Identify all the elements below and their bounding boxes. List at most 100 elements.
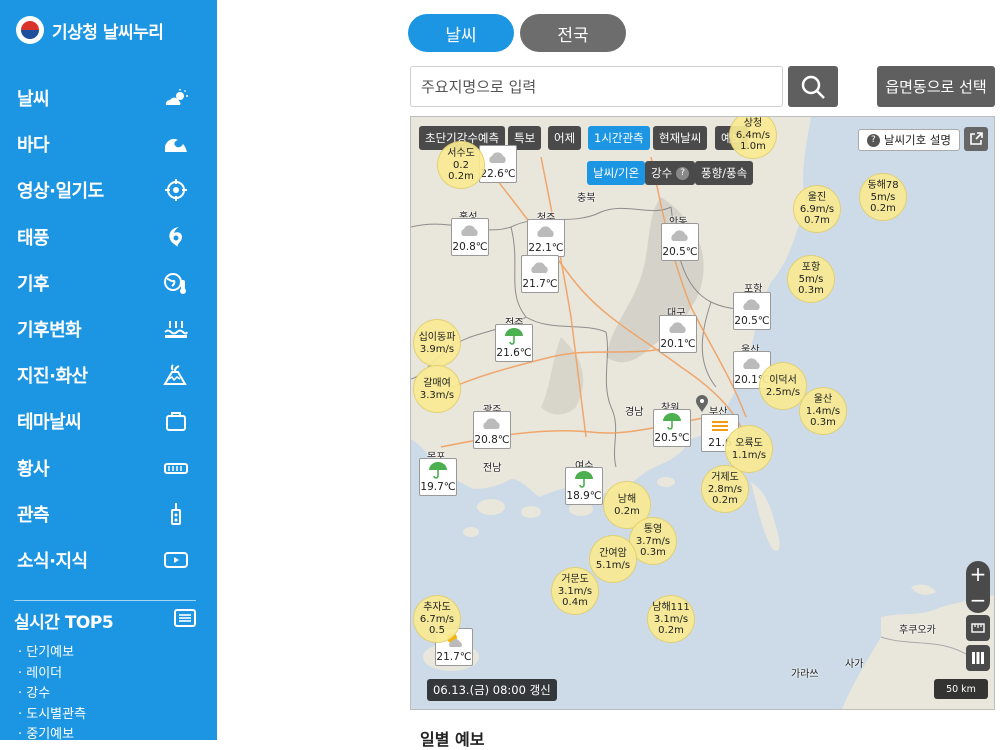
map-layer-button[interactable] xyxy=(966,615,990,641)
top5-item[interactable]: 레이더 xyxy=(18,664,196,685)
top5-item[interactable]: 중기예보 xyxy=(18,725,196,746)
wave-icon xyxy=(163,133,189,155)
menu-item-sea[interactable]: 바다 xyxy=(0,121,217,167)
weather-marker[interactable]: 21.6℃ xyxy=(495,324,533,362)
zoom-in-button[interactable]: + xyxy=(966,561,990,587)
search-button[interactable] xyxy=(788,66,838,107)
weather-marker[interactable]: 21.7℃ xyxy=(521,255,559,293)
weather-marker[interactable]: 20.1℃ xyxy=(659,315,697,353)
weather-marker[interactable]: 20.8℃ xyxy=(451,218,489,256)
subfilter-weather-temp[interactable]: 날씨/기온 xyxy=(587,161,646,185)
buoy-bubble[interactable]: 서수도 0.2 0.2m xyxy=(437,141,485,189)
buoy-value: 6.4m/s xyxy=(735,130,771,141)
view-tabs: 날씨 전국 xyxy=(408,14,626,52)
cloud-icon xyxy=(660,316,696,338)
marker-temp: 20.8℃ xyxy=(474,434,510,446)
cloud-icon xyxy=(452,219,488,241)
buoy-value: 3.1m/s xyxy=(653,614,689,625)
buoy-bubble[interactable]: 갈매여 3.3m/s xyxy=(413,365,461,413)
map-grid-button[interactable] xyxy=(966,645,990,671)
menu-item-satellite-chart[interactable]: 영상·일기도 xyxy=(0,167,217,213)
buoy-value: 3.3m/s xyxy=(419,389,455,401)
buoy-bubble[interactable]: 동해78 5m/s 0.2m xyxy=(859,173,907,221)
buoy-value: 1.4m/s xyxy=(805,406,841,417)
filter-current-weather[interactable]: 현재날씨 xyxy=(653,126,708,150)
update-timestamp: 06.13.(금) 08:00 갱신 xyxy=(427,679,557,701)
marker-temp: 19.7℃ xyxy=(420,481,456,493)
weather-marker[interactable]: 20.5℃ xyxy=(661,223,699,261)
zoom-out-button[interactable]: − xyxy=(966,587,990,613)
sidebar: 기상청 날씨누리 날씨 바다 영상·일기도 태풍 기후 기후변화 지진·화산 테… xyxy=(0,0,217,742)
ruler-icon xyxy=(971,623,985,633)
buoy-bubble[interactable]: 추자도 6.7m/s 0.5 xyxy=(413,595,461,643)
buoy-value: 0.4m xyxy=(562,597,588,608)
menu-item-earthquake-volcano[interactable]: 지진·화산 xyxy=(0,352,217,398)
weather-marker[interactable]: 20.5℃ xyxy=(653,409,691,447)
buoy-bubble[interactable]: 울진 6.9m/s 0.7m xyxy=(793,185,841,233)
region-label: 충북 xyxy=(577,193,596,204)
search-icon xyxy=(801,75,825,99)
globe-thermometer-icon xyxy=(163,272,189,294)
menu-label: 날씨 xyxy=(17,89,50,111)
menu-item-news-knowledge[interactable]: 소식·지식 xyxy=(0,537,217,583)
buoy-bubble[interactable]: 포항 5m/s 0.3m xyxy=(787,255,835,303)
region-select-button[interactable]: 읍면동으로 선택 xyxy=(877,66,995,107)
menu-item-climate[interactable]: 기후 xyxy=(0,260,217,306)
weather-map[interactable]: 초단기강수예측 특보 어제 1시간관측 현재날씨 예보 날씨/기온 강수 ? 풍… xyxy=(410,116,995,710)
menu-item-theme-weather[interactable]: 테마날씨 xyxy=(0,398,217,444)
zoom-control: + − xyxy=(966,561,990,613)
top5-item[interactable]: 강수 xyxy=(18,684,196,705)
brand[interactable]: 기상청 날씨누리 xyxy=(16,16,164,44)
search-input[interactable] xyxy=(410,66,783,107)
tab-weather[interactable]: 날씨 xyxy=(408,14,514,52)
region-label: 사가 xyxy=(845,659,864,670)
list-icon[interactable] xyxy=(174,608,196,633)
weather-marker[interactable]: 20.5℃ xyxy=(733,292,771,330)
open-external-button[interactable] xyxy=(964,127,988,151)
buoy-bubble[interactable]: 거제도 2.8m/s 0.2m xyxy=(701,465,749,513)
main-menu: 날씨 바다 영상·일기도 태풍 기후 기후변화 지진·화산 테마날씨 황사 관측… xyxy=(0,75,217,583)
legend-button-label: 날씨기호 설명 xyxy=(883,133,951,147)
weather-marker[interactable]: 22.1℃ xyxy=(527,219,565,257)
cloud-icon xyxy=(734,293,770,315)
umbrella-icon xyxy=(566,468,602,490)
subfilter-precip[interactable]: 강수 ? xyxy=(645,161,696,185)
weather-marker[interactable]: 19.7℃ xyxy=(419,458,457,496)
buoy-value: 0.2 xyxy=(453,160,469,171)
buoy-value: 3.7m/s xyxy=(635,536,671,547)
menu-label: 테마날씨 xyxy=(17,412,82,434)
menu-item-weather[interactable]: 날씨 xyxy=(0,75,217,121)
buoy-name: 십이동파 xyxy=(418,331,456,343)
menu-item-typhoon[interactable]: 태풍 xyxy=(0,214,217,260)
menu-item-climate-change[interactable]: 기후변화 xyxy=(0,306,217,352)
buoy-bubble[interactable]: 남해111 3.1m/s 0.2m xyxy=(647,595,695,643)
umbrella-icon xyxy=(654,410,690,432)
cloud-icon xyxy=(522,256,558,278)
buoy-name: 상청 xyxy=(743,118,763,129)
top5-item[interactable]: 단기예보 xyxy=(18,643,196,664)
weather-symbol-legend-button[interactable]: ? 날씨기호 설명 xyxy=(857,129,960,151)
filter-1hour-obs[interactable]: 1시간관측 xyxy=(588,126,650,150)
buoy-bubble[interactable]: 울산 1.4m/s 0.3m xyxy=(799,387,847,435)
weather-marker[interactable]: 18.9℃ xyxy=(565,467,603,505)
target-icon xyxy=(163,179,189,202)
menu-label: 태풍 xyxy=(17,227,50,249)
help-icon: ? xyxy=(866,133,880,147)
buoy-value: 0.2m xyxy=(712,495,738,506)
tab-national[interactable]: 전국 xyxy=(520,14,626,52)
top5-item[interactable]: 도시별관측 xyxy=(18,705,196,726)
menu-item-yellow-dust[interactable]: 황사 xyxy=(0,445,217,491)
buoy-value: 2.8m/s xyxy=(707,484,743,495)
subfilter-wind[interactable]: 풍향/풍속 xyxy=(695,161,754,185)
weather-marker[interactable]: 20.8℃ xyxy=(473,411,511,449)
buoy-value: 6.7m/s xyxy=(419,614,455,625)
dust-icon xyxy=(163,457,189,479)
buoy-bubble[interactable]: 거문도 3.1m/s 0.4m xyxy=(551,567,599,615)
sun-cloud-icon xyxy=(163,87,189,109)
filter-yesterday[interactable]: 어제 xyxy=(548,126,582,150)
buoy-value: 0.3m xyxy=(810,417,836,428)
help-icon: ? xyxy=(676,166,690,180)
cloud-icon xyxy=(662,224,698,246)
buoy-bubble[interactable]: 십이동파 3.9m/s xyxy=(413,319,461,367)
menu-item-observation[interactable]: 관측 xyxy=(0,491,217,537)
